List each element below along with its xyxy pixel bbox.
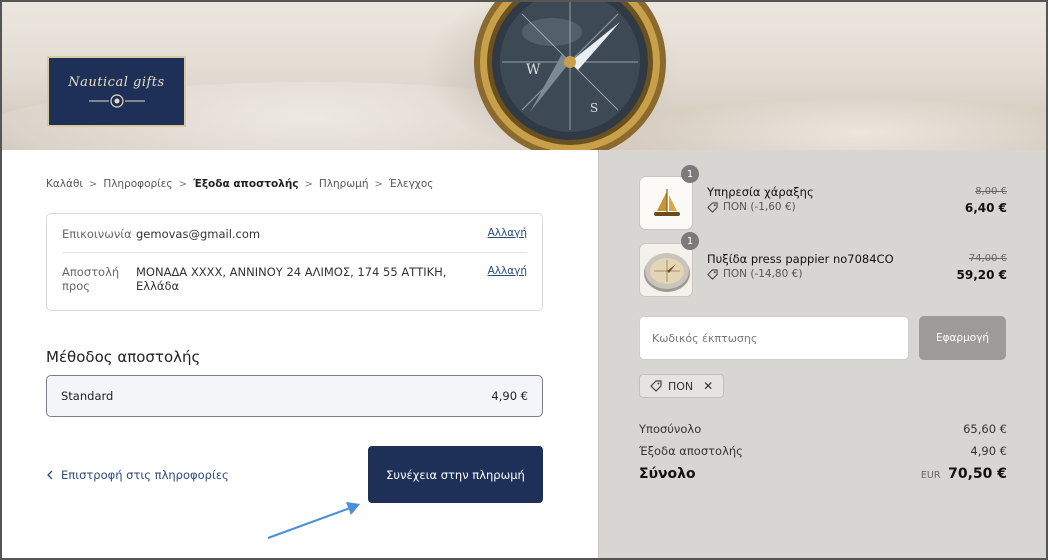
chevron-left-icon (47, 470, 53, 480)
item-name: Πυξίδα press pappier no7084CO (707, 252, 894, 266)
tag-icon (650, 380, 662, 392)
item-price: 59,20 € (956, 268, 1007, 282)
ship-to-address-line1: ΜΟΝΑΔΑ ΧΧΧΧ, ΑΝΝΙΝΟΥ 24 ΑΛΙΜΟΣ, 174 55 Α… (136, 265, 447, 279)
checkout-page: W S Nautical gifts Καλάθι > Πληροφορίες … (0, 0, 1048, 560)
total-label: Σύνολο (639, 466, 696, 482)
item-discount: ΠΟΝ (-14,80 €) (707, 268, 802, 280)
breadcrumb-separator-icon: > (304, 178, 313, 190)
svg-text:W: W (526, 62, 541, 78)
item-price: 6,40 € (964, 201, 1007, 215)
continue-to-payment-button[interactable]: Συνέχεια στην πληρωμή (368, 446, 543, 503)
order-summary: 1 Υπηρεσία χάραξης ΠΟΝ (-1,60 €) 8,00 € … (598, 150, 1046, 558)
item-original-price: 74,00 € (968, 253, 1007, 264)
summary-item: 1 Πυξίδα press pappier no7084CO ΠΟΝ (-14… (639, 232, 1007, 297)
product-thumbnail (639, 243, 693, 297)
brand-logo-text: Nautical gifts (68, 75, 165, 90)
item-name: Υπηρεσία χάραξης (707, 185, 814, 199)
total-currency: EUR (920, 470, 941, 481)
review-box: Επικοινωνία gemovas@gmail.com Αλλαγή Απο… (46, 213, 543, 311)
sailboat-icon (640, 177, 692, 229)
applied-discount-tag: ΠΟΝ ✕ (639, 374, 725, 398)
ship-to-label-line1: Αποστολή (62, 265, 120, 279)
summary-item: 1 Υπηρεσία χάραξης ΠΟΝ (-1,60 €) 8,00 € … (639, 165, 1007, 230)
apply-discount-button[interactable]: Εφαρμογή (919, 316, 1006, 360)
ship-to-row: Αποστολή προς ΜΟΝΑΔΑ ΧΧΧΧ, ΑΝΝΙΝΟΥ 24 ΑΛ… (62, 265, 527, 293)
tag-icon (707, 268, 718, 280)
breadcrumb-separator-icon: > (374, 178, 383, 190)
compass-banner-image: W S (474, 2, 666, 150)
contact-value: gemovas@gmail.com (136, 227, 261, 241)
item-quantity-badge: 1 (681, 232, 699, 250)
item-original-price: 8,00 € (975, 186, 1007, 197)
change-contact-link[interactable]: Αλλαγή (488, 227, 527, 252)
breadcrumb-item-shipping: Έξοδα αποστολής (192, 178, 299, 190)
item-quantity-badge: 1 (681, 165, 699, 183)
breadcrumb: Καλάθι > Πληροφορίες > Έξοδα αποστολής >… (46, 178, 433, 190)
subtotal-value: 65,60 € (963, 422, 1007, 436)
shipping-option-standard[interactable]: Standard 4,90 € (46, 375, 543, 417)
contact-label: Επικοινωνία (62, 227, 132, 241)
shipping-cost-label: Έξοδα αποστολής (639, 444, 743, 458)
item-discount-text: ΠΟΝ (-1,60 €) (723, 201, 796, 213)
ship-to-address: ΜΟΝΑΔΑ ΧΧΧΧ, ΑΝΝΙΝΟΥ 24 ΑΛΙΜΟΣ, 174 55 Α… (136, 265, 488, 293)
header-banner: W S Nautical gifts (2, 2, 1046, 150)
contact-row: Επικοινωνία gemovas@gmail.com Αλλαγή (62, 227, 527, 253)
shipping-cost-value: 4,90 € (970, 444, 1007, 458)
subtotal-label: Υποσύνολο (639, 422, 702, 436)
change-address-link[interactable]: Αλλαγή (488, 265, 527, 293)
brand-logo[interactable]: Nautical gifts (47, 56, 186, 127)
ship-to-label-line2: προς (62, 279, 91, 293)
shipping-option-price: 4,90 € (491, 389, 528, 403)
return-link-label: Επιστροφή στις πληροφορίες (61, 468, 229, 482)
ship-to-address-line2: Ελλάδα (136, 279, 180, 293)
shipping-option-name: Standard (61, 389, 114, 403)
item-discount-text: ΠΟΝ (-14,80 €) (723, 268, 803, 280)
total-row: Σύνολο EUR 70,50 € (639, 466, 1007, 482)
breadcrumb-separator-icon: > (178, 178, 187, 190)
svg-text:S: S (590, 101, 598, 115)
return-to-information-link[interactable]: Επιστροφή στις πληροφορίες (46, 468, 229, 482)
breadcrumb-item-review: Έλεγχος (388, 178, 434, 190)
total-value: 70,50 € (948, 466, 1007, 482)
discount-code-input[interactable] (639, 316, 909, 360)
breadcrumb-separator-icon: > (88, 178, 98, 190)
total-amount-group: EUR 70,50 € (921, 466, 1007, 482)
item-discount: ΠΟΝ (-1,60 €) (707, 201, 796, 213)
compass-icon (640, 244, 692, 296)
breadcrumb-item-payment: Πληρωμή (318, 178, 369, 190)
product-thumbnail (639, 176, 693, 230)
shipping-method-heading: Μέθοδος αποστολής (46, 348, 201, 366)
ship-to-label: Αποστολή προς (62, 265, 136, 293)
remove-discount-icon[interactable]: ✕ (703, 379, 713, 393)
breadcrumb-item-cart[interactable]: Καλάθι (46, 178, 83, 190)
subtotal-row: Υποσύνολο 65,60 € (639, 422, 1007, 436)
shipping-cost-row: Έξοδα αποστολής 4,90 € (639, 444, 1007, 458)
compass-rose-icon (88, 94, 145, 108)
annotation-arrow-icon (267, 502, 360, 539)
tag-icon (707, 201, 718, 213)
breadcrumb-item-information[interactable]: Πληροφορίες (103, 178, 172, 190)
applied-discount-code: ΠΟΝ (668, 379, 694, 393)
